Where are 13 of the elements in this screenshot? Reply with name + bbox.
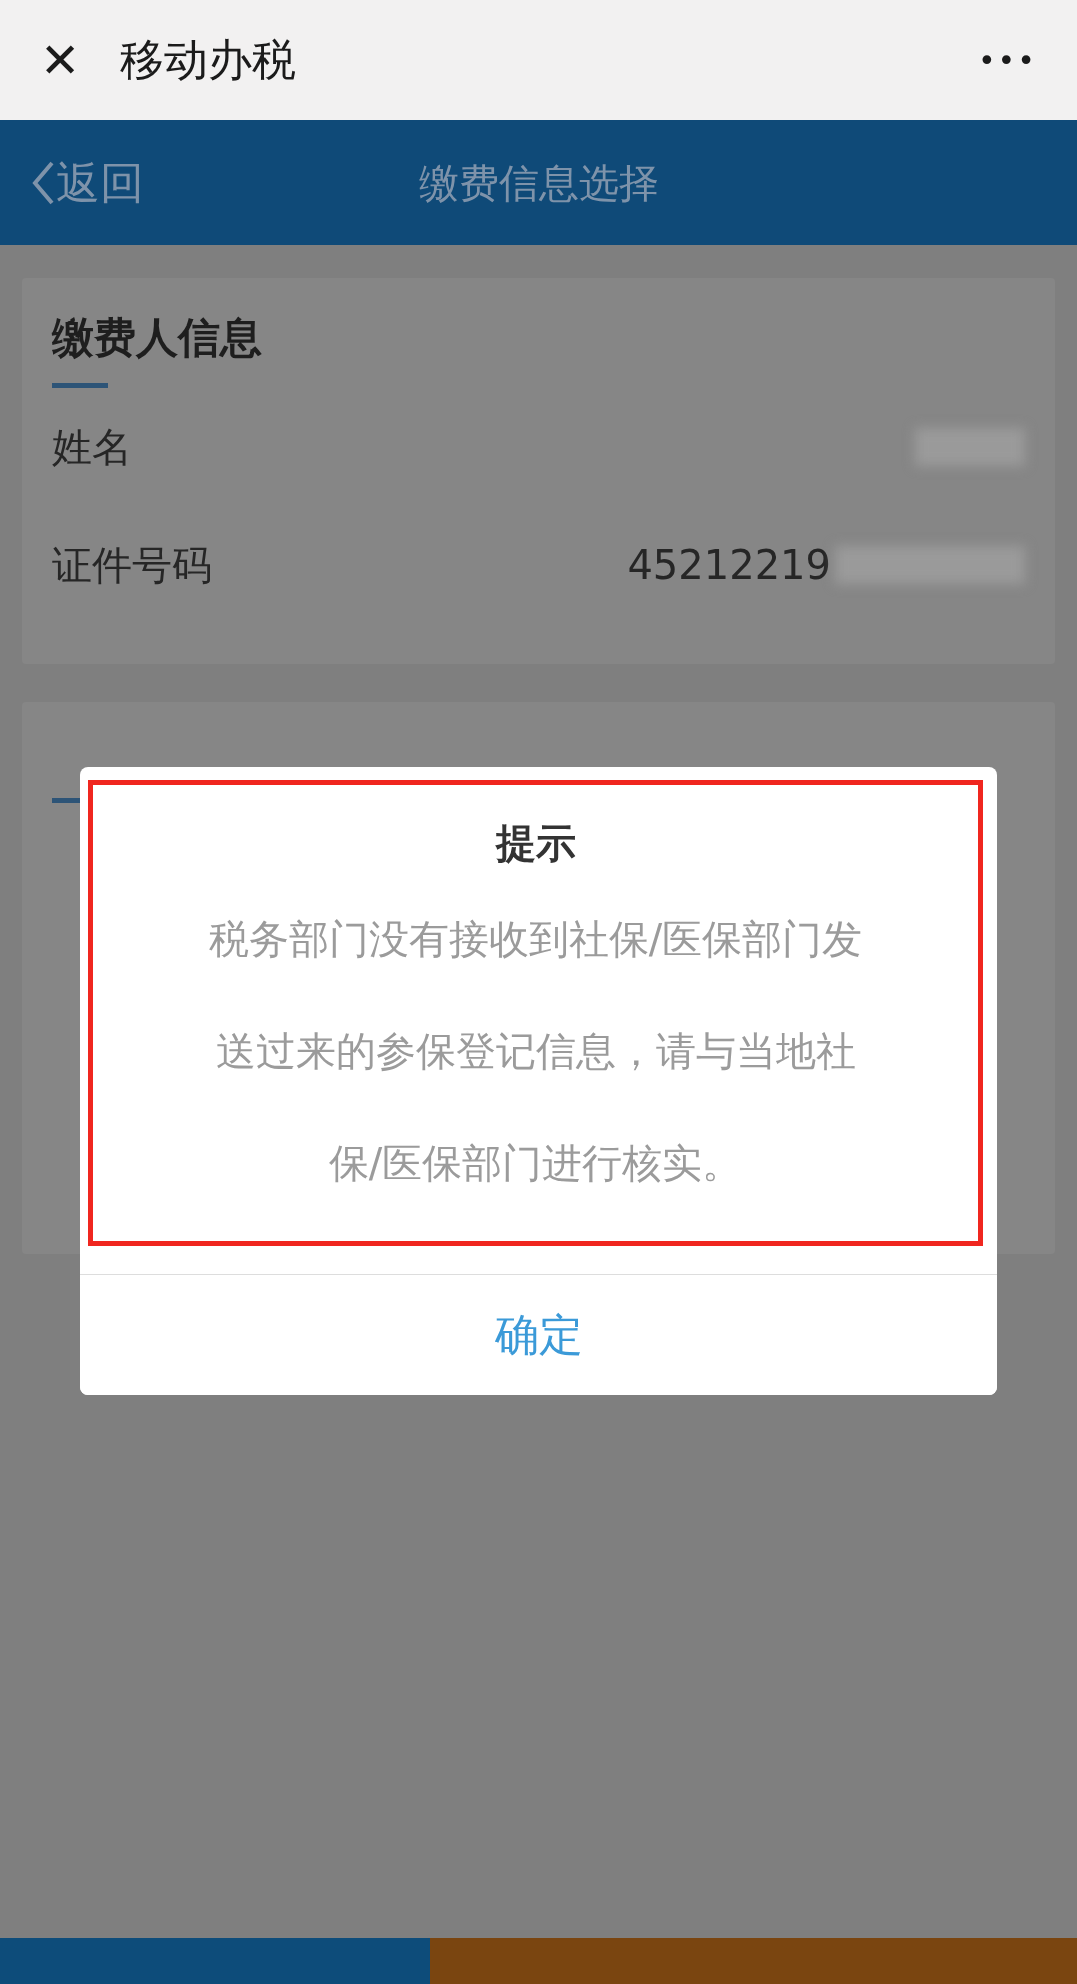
more-button[interactable]: ••• xyxy=(977,37,1037,83)
page-title: 缴费信息选择 xyxy=(418,159,659,206)
field-label: 姓名 xyxy=(52,423,133,472)
dialog-message: 税务部门没有接收到社保/医保部门发 送过来的参保登记信息，请与当地社 保/医保部门进行核实。 xyxy=(207,915,864,1188)
section-heading: 缴费人信息 xyxy=(52,312,263,364)
field-label: 证件号码 xyxy=(52,541,213,590)
heading-underline xyxy=(52,383,108,388)
window-title: 移动办税 xyxy=(120,33,297,87)
close-button[interactable]: ✕ xyxy=(40,36,81,84)
previous-button[interactable] xyxy=(0,1938,430,1984)
query-button[interactable] xyxy=(430,1938,1077,1984)
dialog-title: 提示 xyxy=(494,819,577,868)
field-value: 45212219 xyxy=(627,541,831,590)
